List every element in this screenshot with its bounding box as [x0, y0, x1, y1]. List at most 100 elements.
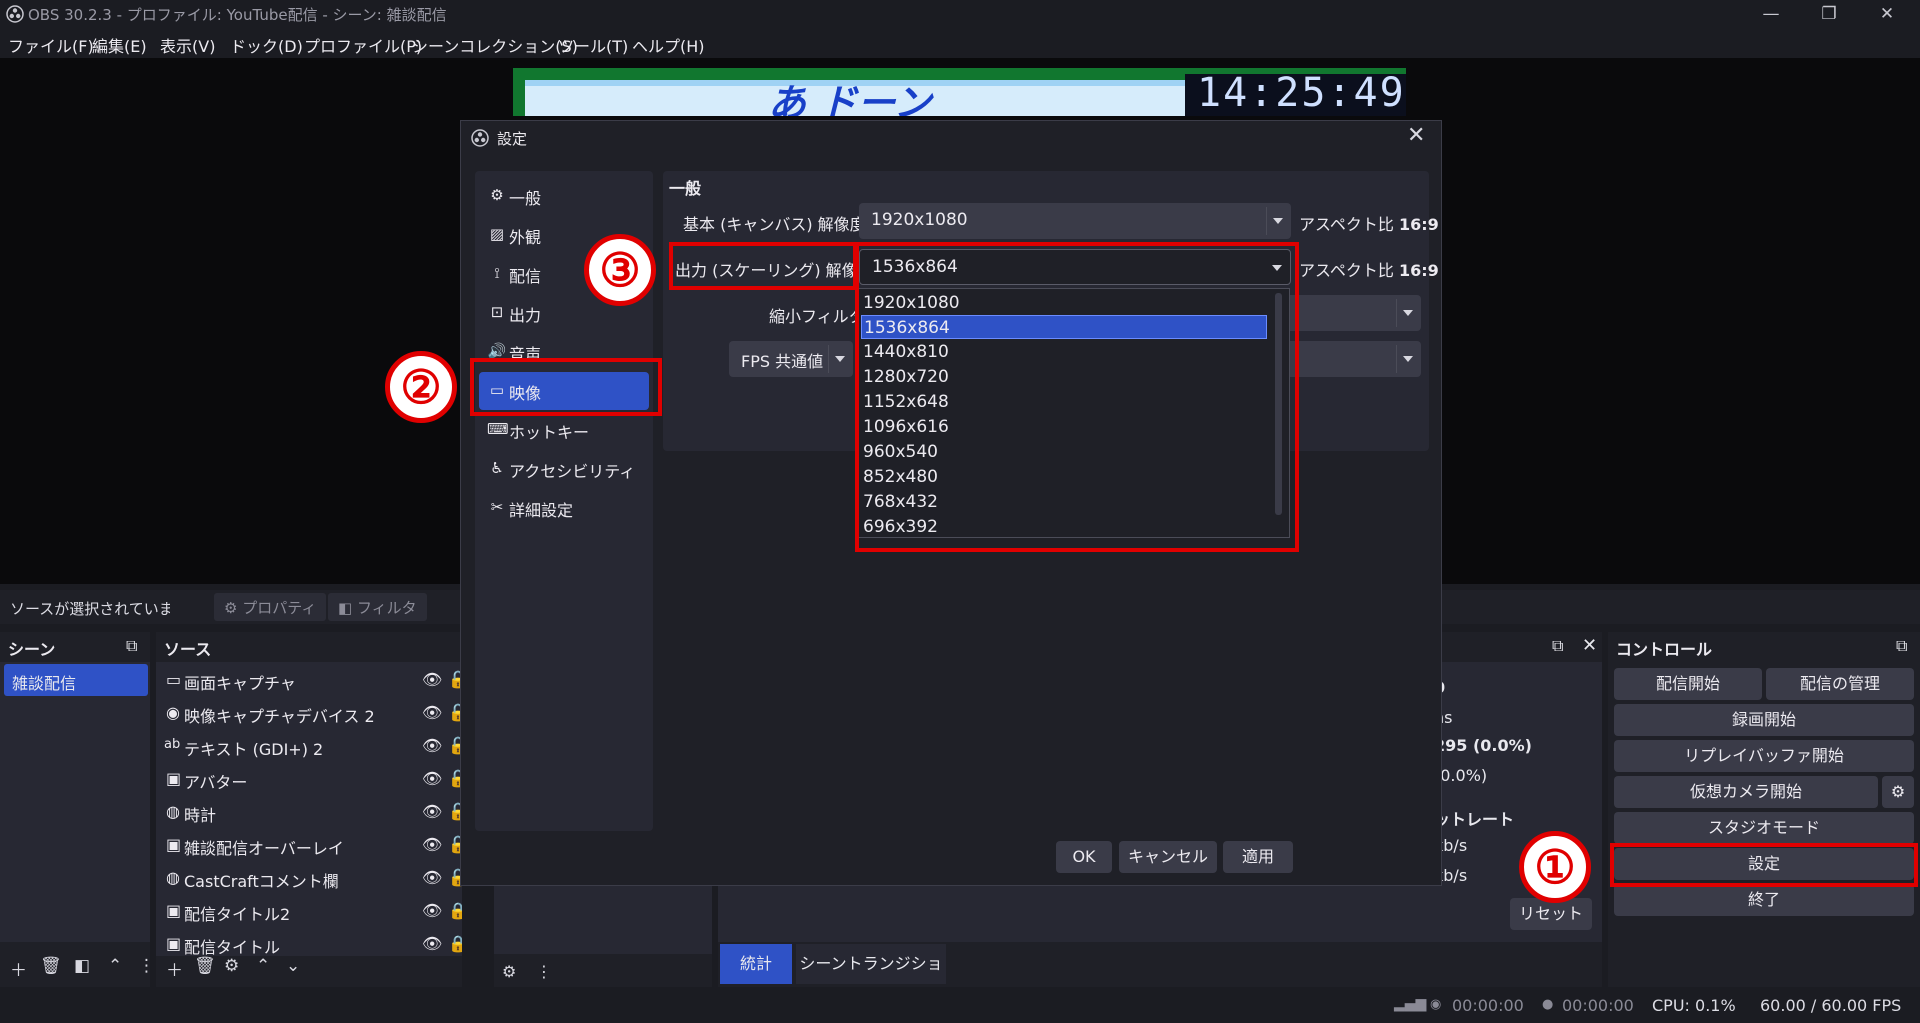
- trash-icon[interactable]: 🗑: [194, 956, 216, 976]
- apply-button[interactable]: 適用: [1223, 841, 1293, 873]
- add-scene-icon[interactable]: ＋: [10, 956, 27, 981]
- downscale-filter-label: 縮小フィルタ: [769, 307, 865, 326]
- record-time: 00:00:00: [1562, 996, 1634, 1015]
- nav-accessibility[interactable]: ♿ アクセシビリティ: [479, 450, 649, 488]
- source-row[interactable]: ▣ 配信タイトル2 👁 🔒: [156, 895, 462, 928]
- start-streaming-button[interactable]: 配信開始: [1614, 668, 1762, 700]
- output-icon: ⊡: [490, 303, 504, 321]
- eye-icon[interactable]: 👁: [422, 934, 442, 953]
- manage-broadcast-button[interactable]: 配信の管理: [1766, 668, 1914, 700]
- undock-icon[interactable]: ⧉: [126, 636, 137, 656]
- exit-button[interactable]: 終了: [1614, 884, 1914, 916]
- globe-icon: ◍: [166, 868, 180, 887]
- cpu-usage: CPU: 0.1%: [1652, 996, 1736, 1015]
- close-window-button[interactable]: ✕: [1858, 0, 1916, 28]
- minimize-button[interactable]: —: [1742, 0, 1800, 28]
- undock-icon[interactable]: ⧉: [1552, 636, 1563, 656]
- keyboard-icon: ⌨: [487, 420, 509, 438]
- replay-buffer-button[interactable]: リプレイバッファ開始: [1614, 740, 1914, 772]
- menu-help[interactable]: ヘルプ(H): [632, 33, 705, 57]
- more-icon[interactable]: ⋮: [138, 956, 155, 976]
- scene-filter-icon[interactable]: ◧: [74, 956, 90, 976]
- image-icon: ▣: [166, 769, 182, 788]
- monitor-icon: ▭: [166, 670, 182, 689]
- chevron-down-icon: [1403, 310, 1413, 316]
- tab-stats[interactable]: 統計: [720, 944, 792, 984]
- section-title: 一般: [669, 179, 702, 198]
- text-icon: ab: [164, 737, 181, 752]
- menu-profile[interactable]: プロファイル(P): [304, 33, 422, 57]
- scene-item[interactable]: 雑談配信: [4, 664, 148, 696]
- status-bar: ▂▄▆ ◉ 00:00:00 ● 00:00:00 CPU: 0.1% 60.0…: [0, 990, 1920, 1023]
- annotation-box-resolution-dropdown: [855, 242, 1299, 552]
- annotation-box-output-label: [669, 242, 857, 290]
- gear-icon[interactable]: ⚙: [502, 962, 516, 981]
- source-row[interactable]: ◍ 時計 👁 🔓: [156, 796, 462, 829]
- close-dialog-button[interactable]: ✕: [1407, 123, 1425, 148]
- chevron-up-icon[interactable]: ⌃: [108, 956, 122, 976]
- virtual-camera-settings-button[interactable]: ⚙: [1882, 776, 1914, 808]
- window-title: OBS 30.2.3 - プロファイル: YouTube配信 - シーン: 雑談…: [28, 6, 447, 24]
- menu-scene-collection[interactable]: シーンコレクション(S): [412, 33, 578, 57]
- nav-general[interactable]: ⚙ 一般: [479, 177, 649, 215]
- eye-icon[interactable]: 👁: [422, 901, 442, 920]
- base-resolution-select[interactable]: 1920x1080: [859, 203, 1291, 239]
- title-bar: OBS 30.2.3 - プロファイル: YouTube配信 - シーン: 雑談…: [0, 0, 1920, 28]
- annotation-step-2: ②: [385, 351, 457, 423]
- source-row[interactable]: ▣ 雑談配信オーバーレイ 👁 🔓: [156, 829, 462, 862]
- accessibility-icon: ♿: [490, 459, 504, 477]
- source-row[interactable]: ▣ アバター 👁 🔓: [156, 763, 462, 796]
- more-icon[interactable]: ⋮: [536, 962, 552, 981]
- add-source-icon[interactable]: ＋: [166, 956, 183, 981]
- chevron-down-icon: [1403, 356, 1413, 362]
- source-row[interactable]: ▣ 配信タイトル 👁 🔒: [156, 928, 462, 956]
- start-recording-button[interactable]: 録画開始: [1614, 704, 1914, 736]
- undock-icon[interactable]: ⧉: [1896, 636, 1907, 656]
- sources-dock-title: ソース: [164, 640, 212, 659]
- cancel-button[interactable]: キャンセル: [1119, 841, 1217, 873]
- eye-icon[interactable]: 👁: [422, 769, 442, 788]
- lock-icon[interactable]: 🔒: [448, 901, 462, 920]
- fps-type-select[interactable]: FPS 共通値: [729, 341, 853, 377]
- menu-tools[interactable]: ツール(T): [558, 33, 628, 57]
- annotation-box-video-nav: [470, 358, 662, 416]
- source-toolbar-bottom: ＋ 🗑 ⚙ ⌃ ⌄: [160, 956, 460, 984]
- chevron-up-icon[interactable]: ⌃: [256, 956, 270, 976]
- filters-button[interactable]: ◧ フィルタ: [328, 593, 427, 621]
- eye-icon[interactable]: 👁: [422, 736, 442, 755]
- source-row[interactable]: ▭ 画面キャプチャ 👁 🔓: [156, 664, 462, 697]
- close-icon[interactable]: ✕: [1582, 635, 1597, 656]
- menu-edit[interactable]: 編集(E): [92, 33, 147, 57]
- eye-icon[interactable]: 👁: [422, 802, 442, 821]
- eye-icon[interactable]: 👁: [422, 670, 442, 689]
- properties-button[interactable]: ⚙ プロパティ: [214, 593, 327, 621]
- gear-icon: ⚙: [224, 599, 238, 617]
- tab-scene-transitions[interactable]: シーントランジション: [796, 944, 946, 1013]
- eye-icon[interactable]: 👁: [422, 868, 442, 887]
- obs-logo-icon: [6, 5, 24, 23]
- start-virtual-camera-button[interactable]: 仮想カメラ開始: [1614, 776, 1878, 808]
- eye-icon[interactable]: 👁: [422, 703, 442, 722]
- eye-icon[interactable]: 👁: [422, 835, 442, 854]
- trash-icon[interactable]: 🗑: [40, 956, 62, 976]
- maximize-button[interactable]: ❐: [1800, 0, 1858, 28]
- image-icon: ▣: [166, 835, 182, 854]
- gear-icon[interactable]: ⚙: [224, 956, 239, 976]
- menu-view[interactable]: 表示(V): [160, 33, 215, 57]
- menu-file[interactable]: ファイル(F): [8, 33, 94, 57]
- source-row[interactable]: ◉ 映像キャプチャデバイス 2 👁 🔓: [156, 697, 462, 730]
- chevron-down-icon[interactable]: ⌄: [286, 956, 300, 976]
- obs-logo-icon: [471, 129, 489, 147]
- nav-advanced[interactable]: ✂ 詳細設定: [479, 489, 649, 527]
- menu-dock[interactable]: ドック(D): [230, 33, 303, 57]
- lock-icon[interactable]: 🔒: [448, 934, 462, 953]
- gear-icon: ⚙: [1890, 782, 1906, 801]
- overlay-logo: あ ドーン: [768, 81, 932, 116]
- nav-hotkeys[interactable]: ⌨ ホットキー: [479, 411, 649, 449]
- chevron-down-icon: [835, 356, 845, 362]
- ok-button[interactable]: OK: [1056, 841, 1112, 873]
- source-row[interactable]: ◍ CastCraftコメント欄 👁 🔓: [156, 862, 462, 895]
- source-row[interactable]: ab テキスト (GDI+) 2 👁 🔓: [156, 730, 462, 763]
- studio-mode-button[interactable]: スタジオモード: [1614, 812, 1914, 844]
- antenna-icon: ⟟: [494, 264, 500, 282]
